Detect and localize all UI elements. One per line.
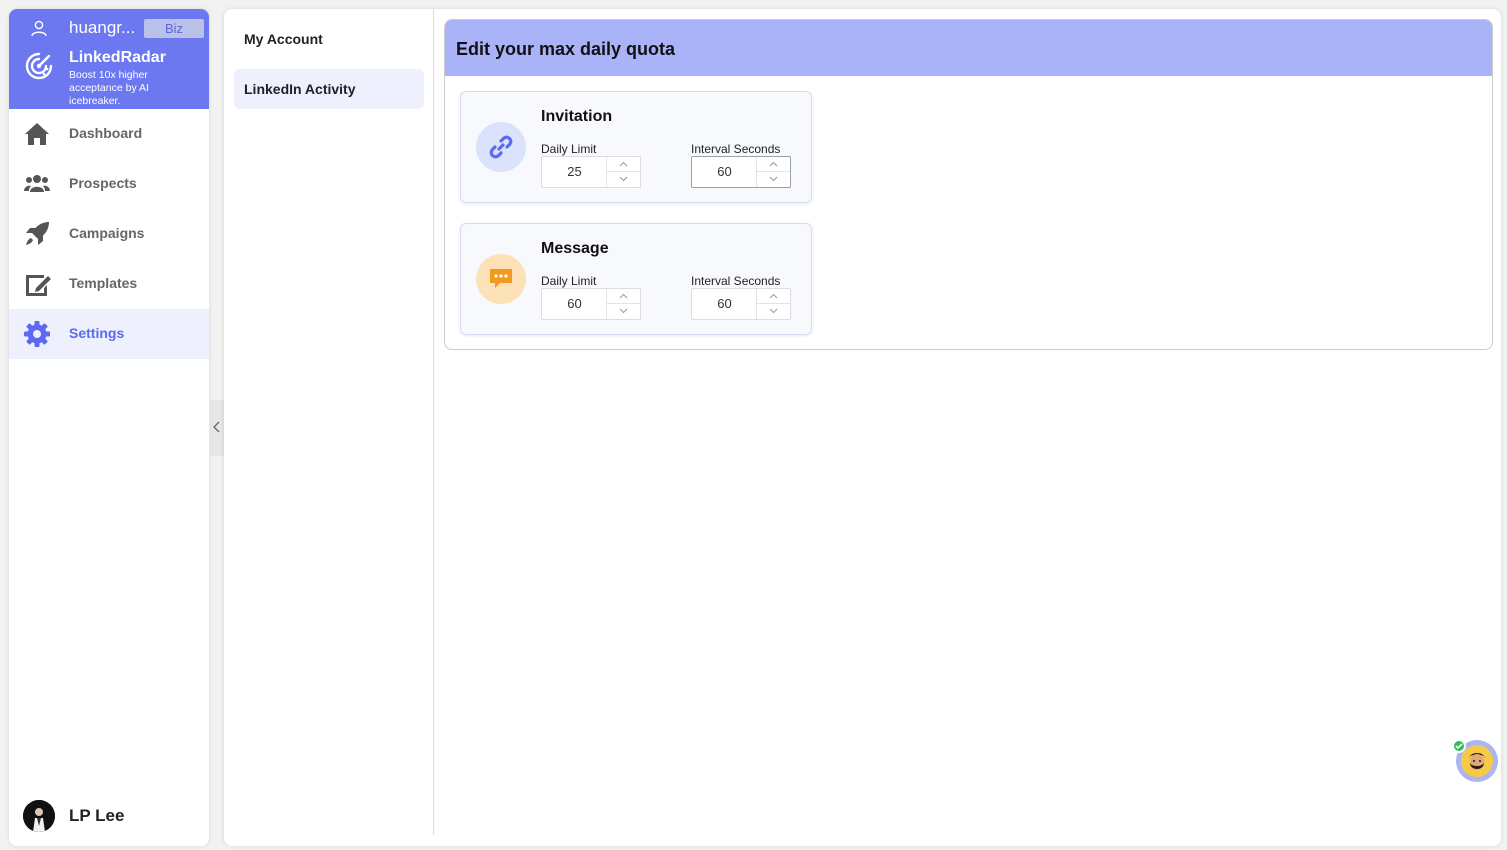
stepper-value[interactable]: 60 (692, 289, 757, 319)
chevron-down-icon (769, 308, 778, 314)
nav-label: Settings (69, 325, 125, 341)
message-daily-limit-stepper[interactable]: 60 (541, 288, 641, 320)
decrement-button[interactable] (607, 172, 640, 187)
stepper-value[interactable]: 60 (692, 157, 757, 187)
nav-label: Prospects (69, 175, 137, 191)
brand-tagline: Boost 10x higher acceptance by AI icebre… (69, 69, 149, 107)
nav-item-dashboard[interactable]: Dashboard (9, 109, 209, 159)
submenu-label: LinkedIn Activity (244, 81, 356, 97)
nav-label: Dashboard (69, 125, 143, 141)
chevron-up-icon (619, 161, 628, 167)
brand-header: huangr... Biz LinkedRadar Boost 10x high… (9, 9, 209, 109)
online-status-badge (1452, 739, 1466, 753)
submenu-label: My Account (244, 31, 323, 47)
nav-item-prospects[interactable]: Prospects (9, 159, 209, 209)
chevron-up-icon (619, 293, 628, 299)
sidebar-collapse-button[interactable] (209, 400, 225, 456)
edit-icon (26, 275, 51, 296)
daily-limit-label: Daily Limit (541, 274, 597, 288)
interval-seconds-label: Interval Seconds (691, 142, 781, 156)
chevron-left-icon (213, 421, 220, 433)
increment-button[interactable] (607, 289, 640, 304)
chevron-down-icon (619, 308, 628, 314)
message-icon-wrap (476, 254, 526, 304)
nav-label: Campaigns (69, 225, 145, 241)
invitation-icon-wrap (476, 122, 526, 172)
stepper-value[interactable]: 25 (542, 157, 607, 187)
profile-name: LP Lee (69, 806, 125, 825)
submenu-item-linkedin-activity[interactable]: LinkedIn Activity (234, 69, 424, 109)
quota-title: Edit your max daily quota (456, 39, 676, 59)
chevron-up-icon (769, 161, 778, 167)
message-card: Message Daily Limit 60 Interval Seconds … (460, 223, 812, 335)
quota-header: Edit your max daily quota (445, 20, 1492, 76)
stepper-buttons (756, 157, 790, 187)
quota-panel: Edit your max daily quota Invitation Dai… (444, 19, 1493, 350)
check-icon (1455, 743, 1463, 750)
message-interval-stepper[interactable]: 60 (691, 288, 791, 320)
nav-item-templates[interactable]: Templates (9, 259, 209, 309)
chat-icon (490, 269, 512, 288)
radar-logo-icon (25, 52, 53, 80)
invitation-daily-limit-stepper[interactable]: 25 (541, 156, 641, 188)
stepper-buttons (756, 289, 790, 319)
submenu-item-my-account[interactable]: My Account (234, 19, 424, 59)
main-panel: My Account LinkedIn Activity Edit your m… (224, 9, 1501, 846)
link-icon (489, 135, 513, 159)
chevron-up-icon (769, 293, 778, 299)
sidebar: huangr... Biz LinkedRadar Boost 10x high… (9, 9, 209, 846)
home-icon (25, 123, 49, 145)
nav-label: Templates (69, 275, 138, 291)
rocket-icon (26, 222, 49, 245)
interval-seconds-label: Interval Seconds (691, 274, 781, 288)
decrement-button[interactable] (607, 304, 640, 319)
nav-item-settings[interactable]: Settings (9, 309, 209, 359)
stepper-value[interactable]: 60 (542, 289, 607, 319)
invitation-interval-stepper[interactable]: 60 (691, 156, 791, 188)
plan-badge: Biz (144, 19, 204, 38)
decrement-button[interactable] (757, 304, 790, 319)
increment-button[interactable] (607, 157, 640, 172)
gear-icon (24, 321, 50, 347)
nav-item-campaigns[interactable]: Campaigns (9, 209, 209, 259)
avatar (23, 800, 55, 832)
stepper-buttons (606, 289, 640, 319)
chevron-down-icon (769, 176, 778, 182)
card-title: Message (541, 240, 609, 257)
user-row[interactable]: huangr... Biz (9, 17, 209, 41)
stepper-buttons (606, 157, 640, 187)
card-title: Invitation (541, 108, 613, 125)
daily-limit-label: Daily Limit (541, 142, 597, 156)
profile[interactable]: LP Lee (9, 794, 209, 838)
support-avatar (1461, 745, 1493, 777)
support-chat-button[interactable] (1452, 739, 1498, 782)
chevron-down-icon (619, 176, 628, 182)
settings-submenu: My Account LinkedIn Activity (224, 9, 434, 835)
invitation-card: Invitation Daily Limit 25 Interval Secon… (460, 91, 812, 203)
username: huangr... (69, 18, 136, 37)
increment-button[interactable] (757, 289, 790, 304)
brand-name: LinkedRadar (69, 49, 166, 66)
user-icon (31, 20, 47, 37)
increment-button[interactable] (757, 157, 790, 172)
users-icon (24, 175, 50, 192)
decrement-button[interactable] (757, 172, 790, 187)
